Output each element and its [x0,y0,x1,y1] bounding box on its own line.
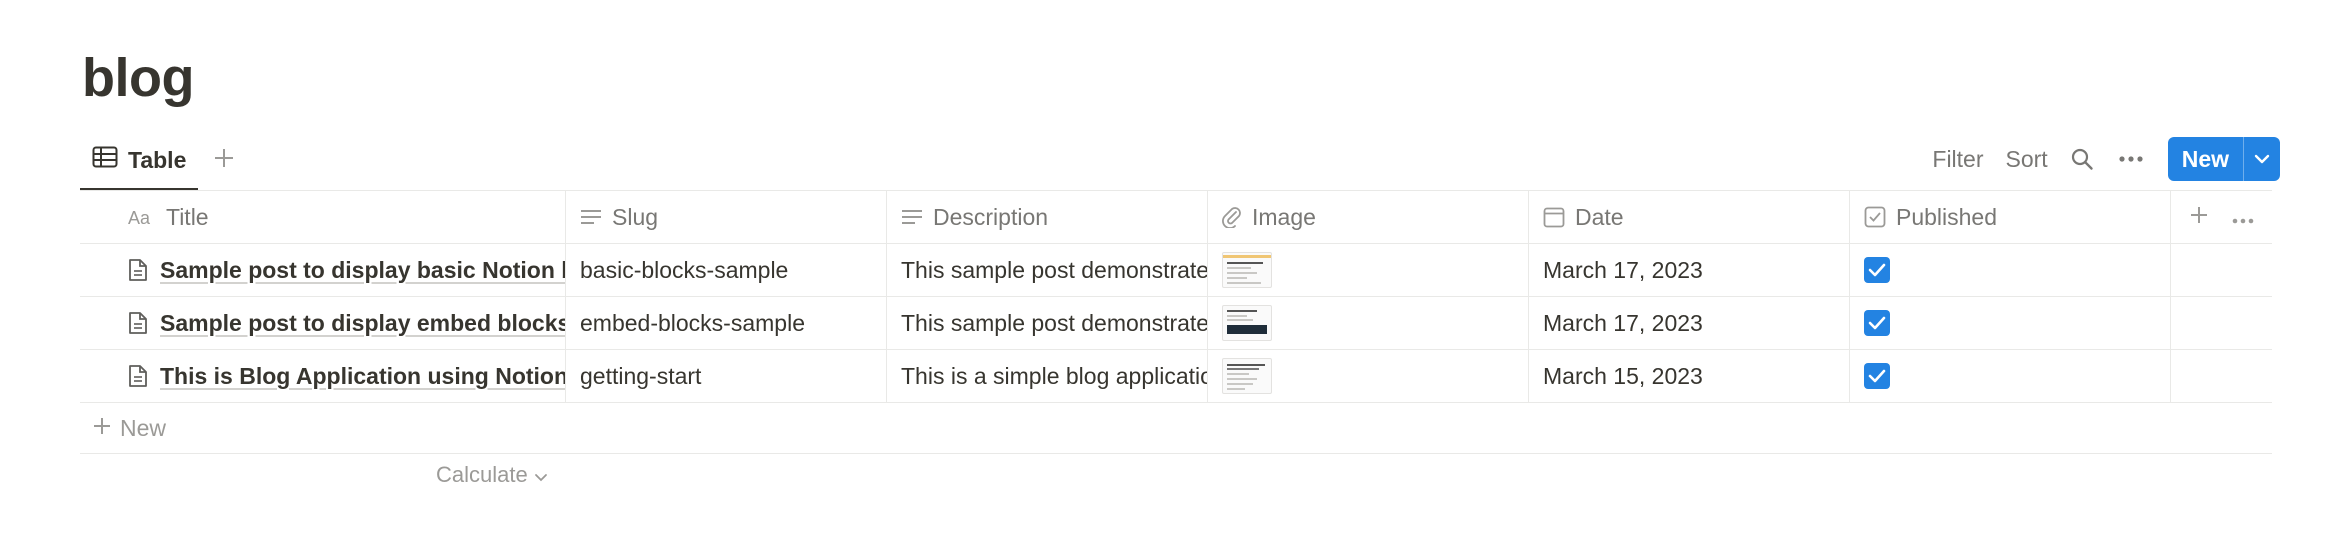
column-header-published[interactable]: Published [1850,191,2171,243]
published-cell[interactable] [1850,350,2171,402]
column-header-label: Image [1252,203,1316,230]
text-lines-icon [901,208,923,226]
view-toolbar: Filter Sort New [1932,136,2280,182]
calendar-icon [1543,206,1565,228]
chevron-down-icon[interactable] [2243,137,2280,181]
slug-cell[interactable]: basic-blocks-sample [566,244,887,296]
image-cell[interactable] [1208,350,1529,402]
tab-table-view[interactable]: Table [80,132,199,191]
text-aa-icon: Aa [128,207,156,227]
title-cell[interactable]: This is Blog Application using Notion AP… [80,350,566,402]
page-icon [128,258,148,282]
more-horizontal-icon[interactable] [2118,155,2144,163]
filter-button[interactable]: Filter [1932,146,1983,173]
row-spacer [2171,350,2272,402]
image-cell[interactable] [1208,244,1529,296]
plus-icon [213,147,235,174]
table-header-row: Aa Title Slug Description Image Date Pub… [80,191,2272,244]
table-row[interactable]: Sample post to display embed blocks embe… [80,297,2272,350]
calculate-button[interactable]: Calculate [436,462,548,488]
row-spacer [2171,244,2272,296]
table-row[interactable]: Sample post to display basic Notion bloc… [80,244,2272,297]
row-title[interactable]: This is Blog Application using Notion AP… [160,363,565,390]
page-title: blog [82,48,194,108]
table-icon [92,146,118,174]
new-button-group: New [2167,137,2280,181]
page-icon [128,311,148,335]
row-spacer [2171,297,2272,349]
published-checkbox[interactable] [1864,257,1890,283]
column-header-label: Date [1575,203,1624,230]
chevron-down-icon [534,462,548,488]
more-horizontal-icon[interactable] [2232,204,2254,231]
date-cell[interactable]: March 15, 2023 [1529,350,1850,402]
add-row-label: New [120,414,167,441]
date-cell[interactable]: March 17, 2023 [1529,244,1850,296]
column-header-label: Slug [612,203,659,230]
add-row-button[interactable]: New [80,403,2272,454]
slug-cell[interactable]: getting-start [566,350,887,402]
column-header-label: Published [1896,203,1998,230]
column-header-label: Description [933,203,1049,230]
table-row[interactable]: This is Blog Application using Notion AP… [80,350,2272,403]
row-title[interactable]: Sample post to display embed blocks [160,310,565,337]
image-thumbnail[interactable] [1222,305,1272,341]
text-lines-icon [580,208,602,226]
database-table: Aa Title Slug Description Image Date Pub… [80,190,2272,454]
image-thumbnail[interactable] [1222,252,1272,288]
plus-icon [92,416,112,441]
title-cell[interactable]: Sample post to display embed blocks [80,297,566,349]
image-thumbnail[interactable] [1222,358,1272,394]
column-header-label: Title [166,203,209,230]
column-header-date[interactable]: Date [1529,191,1850,243]
search-icon[interactable] [2070,147,2094,171]
column-header-title[interactable]: Aa Title [80,191,566,243]
tab-table-label: Table [128,146,187,173]
column-header-actions [2171,191,2272,243]
calculate-label: Calculate [436,462,528,487]
date-cell[interactable]: March 17, 2023 [1529,297,1850,349]
column-header-description[interactable]: Description [887,191,1208,243]
description-cell[interactable]: This is a simple blog application [887,350,1208,402]
published-checkbox[interactable] [1864,363,1890,389]
sort-button[interactable]: Sort [2006,146,2048,173]
published-cell[interactable] [1850,297,2171,349]
new-button[interactable]: New [2168,137,2243,181]
row-title[interactable]: Sample post to display basic Notion bloc… [160,257,565,284]
svg-text:Aa: Aa [128,208,151,227]
column-header-image[interactable]: Image [1208,191,1529,243]
checkbox-icon [1864,206,1886,228]
published-checkbox[interactable] [1864,310,1890,336]
paperclip-icon [1222,206,1242,228]
image-cell[interactable] [1208,297,1529,349]
description-cell[interactable]: This sample post demonstrates [887,244,1208,296]
add-view-button[interactable] [206,142,242,178]
published-cell[interactable] [1850,244,2171,296]
view-bar: Table Filter Sort New [80,132,2280,191]
add-column-icon[interactable] [2189,204,2209,231]
page-icon [128,364,148,388]
slug-cell[interactable]: embed-blocks-sample [566,297,887,349]
description-cell[interactable]: This sample post demonstrates [887,297,1208,349]
column-header-slug[interactable]: Slug [566,191,887,243]
title-cell[interactable]: Sample post to display basic Notion bloc… [80,244,566,296]
